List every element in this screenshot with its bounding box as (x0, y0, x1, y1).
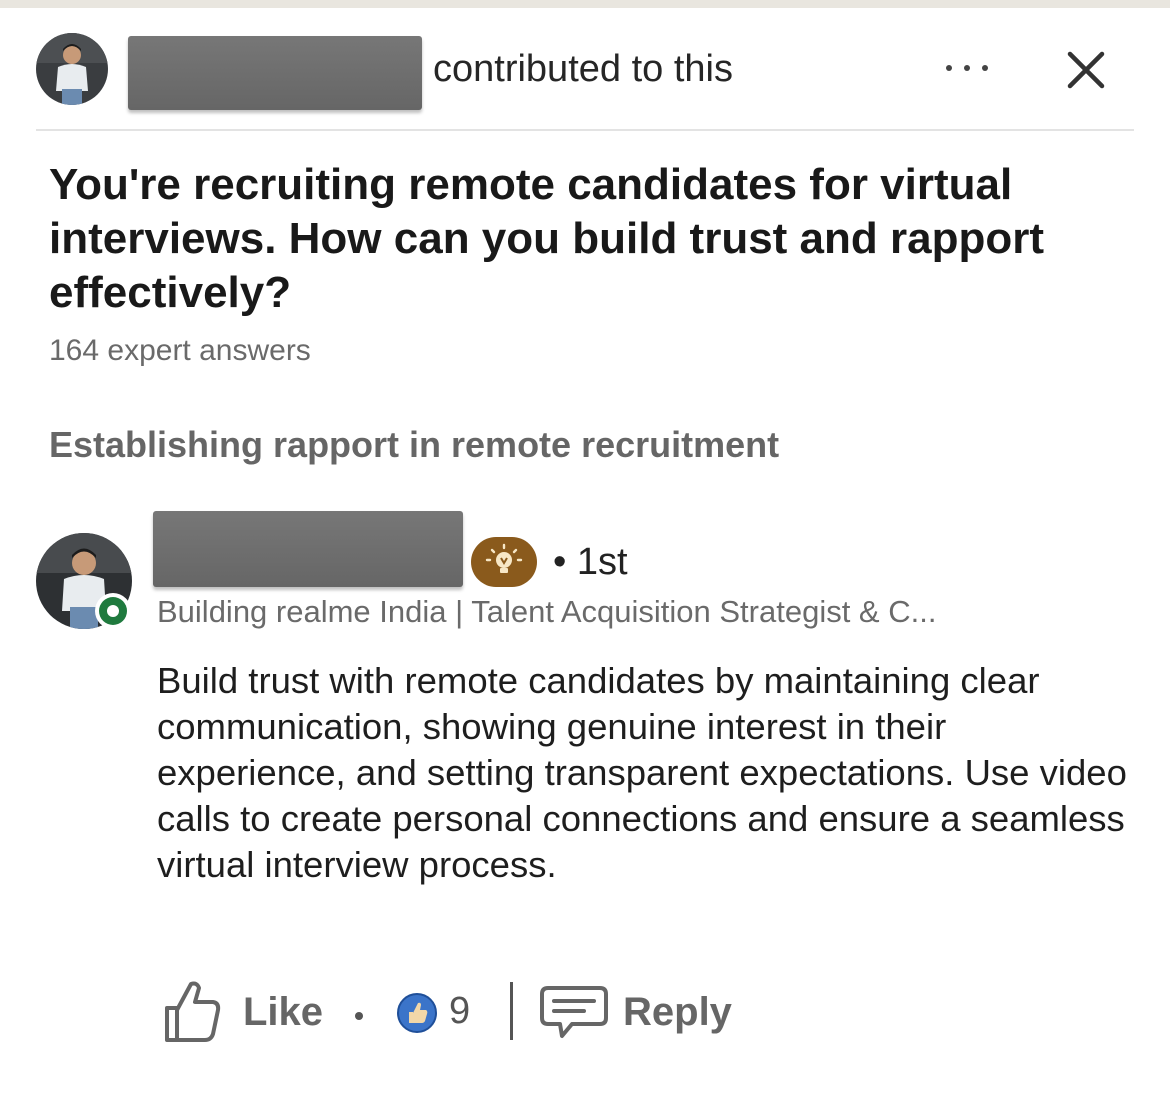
ellipsis-icon (946, 65, 952, 71)
comment-bubble-icon[interactable] (538, 984, 610, 1042)
more-options-button[interactable] (940, 50, 994, 86)
top-strip (0, 0, 1170, 8)
close-button[interactable] (1064, 48, 1108, 92)
actions-divider (510, 982, 513, 1040)
reply-button[interactable]: Reply (623, 990, 732, 1035)
commenter-headline: Building realme India | Talent Acquisiti… (157, 594, 937, 629)
connection-degree: • 1st (553, 541, 628, 583)
section-title: Establishing rapport in remote recruitme… (49, 424, 780, 465)
comment-body: Build trust with remote candidates by ma… (157, 660, 1127, 885)
comment-actions: Like 9 Reply (0, 970, 1170, 1060)
separator-dot (355, 1012, 363, 1020)
like-button[interactable]: Like (243, 990, 323, 1035)
online-status-icon (95, 593, 131, 629)
answers-count[interactable]: 164 expert answers (49, 334, 311, 368)
reaction-count[interactable]: 9 (449, 990, 470, 1033)
like-reaction-icon[interactable] (396, 992, 438, 1034)
lightbulb-icon[interactable] (471, 537, 537, 587)
redacted-name (128, 36, 422, 110)
close-icon (1067, 51, 1105, 89)
thumbs-up-icon[interactable] (161, 978, 223, 1044)
contributed-text: contributed to this (433, 48, 733, 90)
header-divider (36, 129, 1134, 131)
redacted-commenter-name (153, 511, 463, 587)
article-title[interactable]: You're recruiting remote candidates for … (49, 158, 1139, 320)
contributor-avatar[interactable] (36, 33, 108, 105)
